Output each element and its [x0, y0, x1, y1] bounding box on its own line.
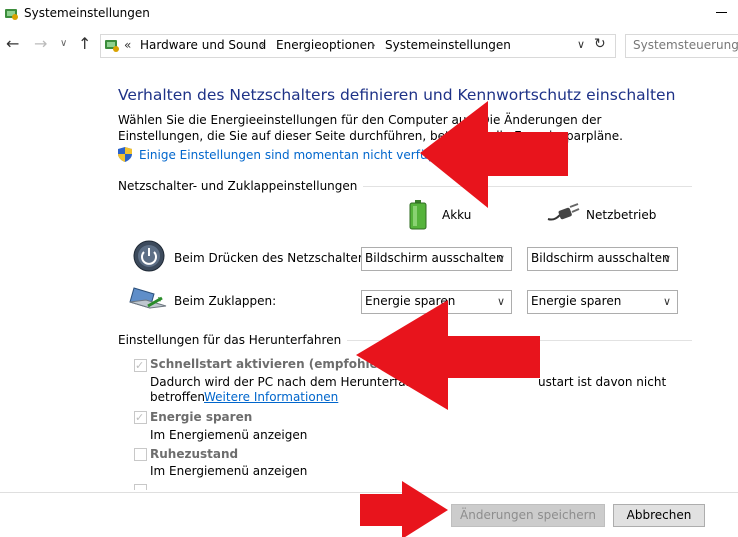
hibernate-checkbox[interactable]	[134, 448, 147, 461]
more-info-link[interactable]: Weitere Informationen	[204, 390, 338, 404]
section-heading-shutdown: Einstellungen für das Herunterfahren	[118, 333, 348, 347]
fast-startup-title: Schnellstart aktivieren (empfohlen)	[150, 357, 392, 371]
control-panel-icon	[5, 9, 18, 20]
fast-startup-description-end: ustart ist davon nicht	[538, 375, 667, 389]
hibernate-option-title: Ruhezustand	[150, 447, 239, 461]
power-button-ac-value: Bildschirm ausschalten	[531, 251, 670, 265]
breadcrumb-systemeinstellungen[interactable]: Systemeinstellungen	[385, 38, 511, 52]
intro-text: Wählen Sie die Energieeinstellungen für …	[118, 113, 623, 143]
chevron-down-icon: ∨	[663, 295, 672, 308]
lock-checkbox-partial[interactable]	[134, 484, 147, 490]
cancel-button[interactable]: Abbrechen	[613, 504, 705, 527]
fast-startup-checkbox[interactable]: ✓	[134, 359, 147, 372]
power-button-row-label: Beim Drücken des Netzschalters:	[174, 251, 374, 265]
power-plug-icon	[547, 203, 580, 221]
sleep-option-description: Im Energiemenü anzeigen	[150, 428, 308, 442]
lid-close-battery-value: Energie sparen	[365, 294, 456, 308]
fast-startup-description-line2: betroffen.	[150, 390, 209, 404]
footer-divider	[0, 492, 738, 493]
save-changes-button[interactable]: Änderungen speichern	[451, 504, 605, 527]
lid-close-row-label: Beim Zuklappen:	[174, 294, 277, 308]
power-button-icon	[133, 240, 165, 272]
lid-close-ac-value: Energie sparen	[531, 294, 622, 308]
minimize-button[interactable]	[712, 4, 732, 20]
red-arrow-icon	[356, 300, 540, 410]
page-title: Verhalten des Netzschalters definieren u…	[118, 86, 676, 104]
window-title: Systemeinstellungen	[24, 6, 150, 20]
laptop-lid-icon	[129, 287, 167, 309]
breadcrumb-energieoptionen[interactable]: Energieoptionen	[276, 38, 375, 52]
address-dropdown-chevron-icon[interactable]: ∨	[577, 38, 585, 51]
chevron-down-icon: ∨	[497, 252, 506, 265]
checkmark-icon: ✓	[135, 359, 145, 372]
checkmark-icon: ✓	[135, 411, 145, 424]
red-arrow-icon	[360, 481, 448, 537]
breadcrumb-separator[interactable]: ›	[371, 38, 376, 52]
section-heading-power-buttons: Netzschalter- und Zuklappeinstellungen	[118, 179, 364, 193]
hibernate-option-description: Im Energiemenü anzeigen	[150, 464, 308, 478]
ac-power-column-label: Netzbetrieb	[586, 208, 657, 222]
uac-shield-icon	[118, 147, 132, 162]
recent-locations-chevron-icon[interactable]: ∨	[60, 38, 67, 49]
battery-column-label: Akku	[442, 208, 472, 222]
control-panel-icon	[105, 40, 119, 52]
breadcrumb-separator[interactable]: ›	[260, 38, 265, 52]
breadcrumb-overflow[interactable]: «	[124, 38, 131, 52]
forward-arrow-icon[interactable]: →	[34, 34, 47, 53]
refresh-icon[interactable]: ↻	[594, 36, 606, 52]
sleep-checkbox[interactable]: ✓	[134, 411, 147, 424]
sleep-option-title: Energie sparen	[150, 410, 253, 424]
chevron-down-icon: ∨	[497, 295, 506, 308]
chevron-down-icon: ∨	[663, 252, 672, 265]
unavailable-settings-link[interactable]: Einige Einstellungen sind momentan nicht…	[139, 148, 458, 162]
search-placeholder: Systemsteuerung du	[633, 38, 738, 52]
fast-startup-description: Dadurch wird der PC nach dem Herunterfah…	[150, 375, 433, 389]
back-arrow-icon[interactable]: ←	[6, 34, 19, 53]
breadcrumb-hardware-und-sound[interactable]: Hardware und Sound	[140, 38, 266, 52]
power-button-battery-value: Bildschirm ausschalten	[365, 251, 504, 265]
up-arrow-icon[interactable]: ↑	[78, 34, 91, 53]
battery-icon	[409, 200, 427, 230]
